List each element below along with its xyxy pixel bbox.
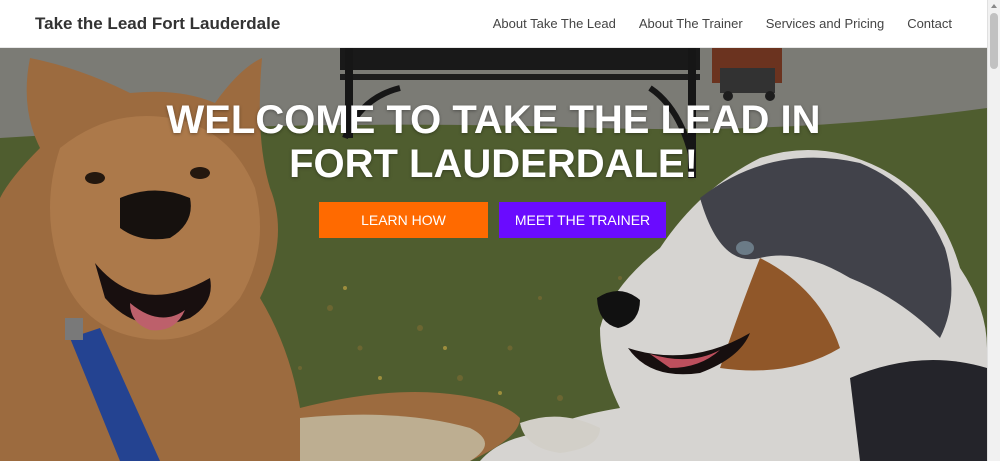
hero-section: WELCOME TO TAKE THE LEAD IN FORT LAUDERD… xyxy=(0,48,987,461)
main-nav: About Take The Lead About The Trainer Se… xyxy=(493,16,952,31)
hero-title-line1: WELCOME TO TAKE THE LEAD IN xyxy=(166,98,821,142)
meet-the-trainer-button[interactable]: MEET THE TRAINER xyxy=(499,202,666,238)
site-header: Take the Lead Fort Lauderdale About Take… xyxy=(0,0,987,48)
nav-about-the-trainer[interactable]: About The Trainer xyxy=(639,16,743,31)
nav-about-take-the-lead[interactable]: About Take The Lead xyxy=(493,16,616,31)
nav-services-and-pricing[interactable]: Services and Pricing xyxy=(766,16,885,31)
scroll-up-arrow-icon[interactable] xyxy=(991,4,997,8)
learn-how-button[interactable]: LEARN HOW xyxy=(319,202,488,238)
scrollbar-thumb[interactable] xyxy=(990,13,998,69)
page: Take the Lead Fort Lauderdale About Take… xyxy=(0,0,1000,461)
hero-title-line2: FORT LAUDERDALE! xyxy=(289,142,698,186)
nav-contact[interactable]: Contact xyxy=(907,16,952,31)
site-brand-link[interactable]: Take the Lead Fort Lauderdale xyxy=(35,14,280,34)
hero-title: WELCOME TO TAKE THE LEAD IN FORT LAUDERD… xyxy=(0,98,987,186)
page-scrollbar[interactable] xyxy=(987,0,1000,461)
